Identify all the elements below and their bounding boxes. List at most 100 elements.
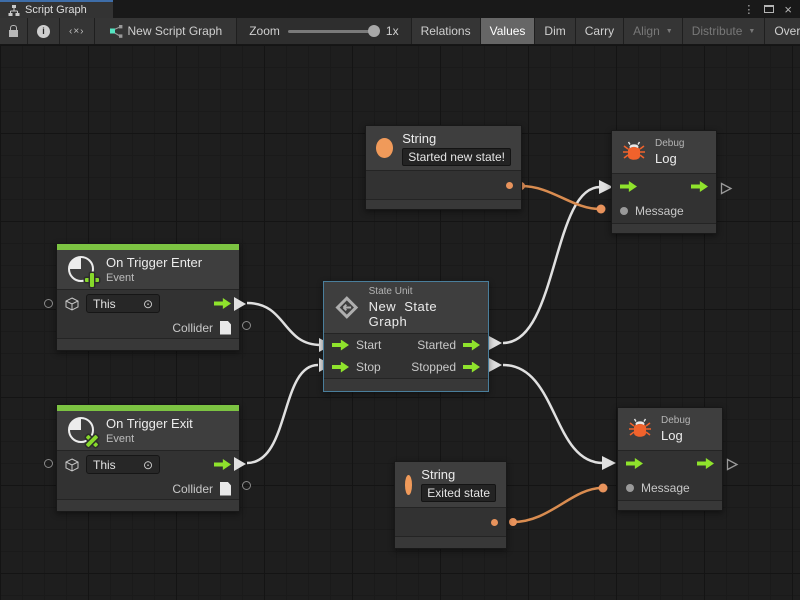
flow-out-port[interactable] (214, 459, 231, 470)
node-kind: Debug (655, 138, 684, 149)
zoom-label: Zoom (249, 24, 280, 38)
tab-title: Script Graph (25, 4, 87, 16)
node-kind: Debug (661, 415, 690, 426)
flow-out-port[interactable] (697, 458, 714, 469)
wire-stopped-to-debug-bottom[interactable] (503, 365, 603, 463)
object-picker-icon[interactable]: ⊙ (143, 297, 153, 311)
flow-out-marker-stopped[interactable] (489, 358, 502, 372)
object-picker-icon[interactable]: ⊙ (143, 458, 153, 472)
node-state-unit[interactable]: State Unit New State Graph Start Started… (323, 281, 489, 392)
zoom-slider-handle[interactable] (368, 25, 380, 37)
flow-in-port[interactable] (626, 458, 643, 469)
start-flow-in-port[interactable] (332, 340, 349, 351)
window-menu-icon[interactable]: ⋮ (743, 3, 754, 16)
started-flow-out-port[interactable] (463, 340, 480, 351)
node-string-top[interactable]: String Started new state! (365, 125, 522, 210)
state-unit-icon (334, 294, 360, 321)
dim-label: Dim (544, 24, 565, 38)
node-on-trigger-exit[interactable]: On Trigger Exit Event This ⊙ Collider (56, 404, 240, 512)
lock-icon (9, 30, 18, 37)
stopped-label: Stopped (411, 360, 456, 374)
node-kind: State Unit (369, 286, 478, 297)
flow-out-connected-marker[interactable] (234, 457, 253, 471)
collider-unconnected-port[interactable] (242, 481, 251, 490)
gameobject-cube-icon (65, 297, 79, 311)
value-port-string-bottom-out[interactable] (509, 518, 517, 526)
flow-out-marker-started[interactable] (489, 336, 502, 350)
graph-toolbar: i ‹×› New Script Graph Zoom 1x Relations… (0, 18, 800, 45)
collider-label: Collider (172, 321, 213, 335)
flow-out-unconnected-port[interactable] (726, 458, 739, 471)
node-footer (57, 338, 239, 350)
string-output-port[interactable] (491, 519, 498, 526)
node-on-trigger-enter[interactable]: On Trigger Enter Event This ⊙ Collider (56, 243, 240, 351)
message-port[interactable] (626, 484, 634, 492)
node-debug-log-top[interactable]: Debug Log Message (611, 130, 717, 234)
code-icon: ‹×› (69, 26, 85, 37)
graph-canvas[interactable]: String Started new state! Debug Log (0, 45, 800, 600)
this-value-unconnected-port[interactable] (44, 459, 53, 468)
target-object-field[interactable]: This ⊙ (86, 455, 160, 474)
flow-out-port[interactable] (691, 181, 708, 192)
value-port-debug-top-in[interactable] (597, 205, 606, 214)
align-label: Align (633, 24, 660, 38)
wire-started-to-debug-top[interactable] (503, 187, 600, 343)
window-close-icon[interactable]: × (784, 2, 792, 17)
distribute-button[interactable]: Distribute ▼ (683, 18, 766, 44)
event-icon (67, 416, 97, 446)
values-button[interactable]: Values (481, 18, 536, 44)
node-debug-log-bottom[interactable]: Debug Log Message (617, 407, 723, 511)
wire-trigger-enter-to-start[interactable] (247, 303, 321, 345)
stopped-flow-out-port[interactable] (463, 362, 480, 373)
dim-button[interactable]: Dim (535, 18, 575, 44)
inspect-button[interactable]: i (28, 18, 60, 44)
relations-label: Relations (421, 24, 471, 38)
node-subtitle: Event (106, 433, 193, 445)
bug-icon (628, 417, 652, 441)
string-value-input[interactable]: Exited state (421, 484, 496, 502)
message-label: Message (641, 481, 690, 495)
chevron-down-icon: ▼ (748, 28, 755, 35)
wire-trigger-exit-to-stop[interactable] (247, 365, 318, 463)
preview-code-button[interactable]: ‹×› (60, 18, 95, 44)
flow-out-unconnected-port[interactable] (720, 182, 733, 195)
lock-button[interactable] (0, 18, 28, 44)
relations-button[interactable]: Relations (412, 18, 481, 44)
string-literal-icon (376, 138, 393, 158)
node-title: Log (655, 151, 684, 166)
string-output-port[interactable] (506, 182, 513, 189)
zoom-value: 1x (386, 24, 399, 38)
tab-script-graph[interactable]: Script Graph (0, 0, 113, 18)
node-title: Log (661, 428, 690, 443)
node-title: On Trigger Enter (106, 255, 202, 270)
zoom-slider[interactable] (288, 30, 378, 33)
node-footer (612, 223, 716, 233)
value-port-debug-bottom-in[interactable] (599, 484, 608, 493)
node-footer (324, 378, 488, 391)
string-value-input[interactable]: Started new state! (402, 148, 511, 166)
target-object-field[interactable]: This ⊙ (86, 294, 160, 313)
node-subtitle: Event (106, 272, 202, 284)
target-object-value: This (93, 458, 116, 472)
overview-button[interactable]: Overview (765, 18, 800, 44)
wire-string-bottom-to-message[interactable] (513, 488, 602, 522)
graph-picker-button[interactable]: New Script Graph (95, 18, 238, 44)
flow-out-port[interactable] (214, 298, 231, 309)
flow-arrowhead-debug-bottom[interactable] (602, 456, 616, 470)
graph-icon (109, 25, 124, 38)
collider-unconnected-port[interactable] (242, 321, 251, 330)
window-maximize-icon[interactable] (764, 5, 774, 13)
node-title: String (421, 467, 496, 482)
script-graph-icon (8, 5, 20, 16)
carry-button[interactable]: Carry (576, 18, 624, 44)
stop-flow-in-port[interactable] (332, 362, 349, 373)
flow-in-port[interactable] (620, 181, 637, 192)
flow-out-connected-marker[interactable] (234, 297, 253, 311)
align-button[interactable]: Align ▼ (624, 18, 683, 44)
zoom-control: Zoom 1x (237, 18, 411, 44)
node-title: New State Graph (369, 299, 478, 329)
node-title: On Trigger Exit (106, 416, 193, 431)
this-value-unconnected-port[interactable] (44, 299, 53, 308)
message-port[interactable] (620, 207, 628, 215)
node-string-bottom[interactable]: String Exited state (394, 461, 507, 549)
